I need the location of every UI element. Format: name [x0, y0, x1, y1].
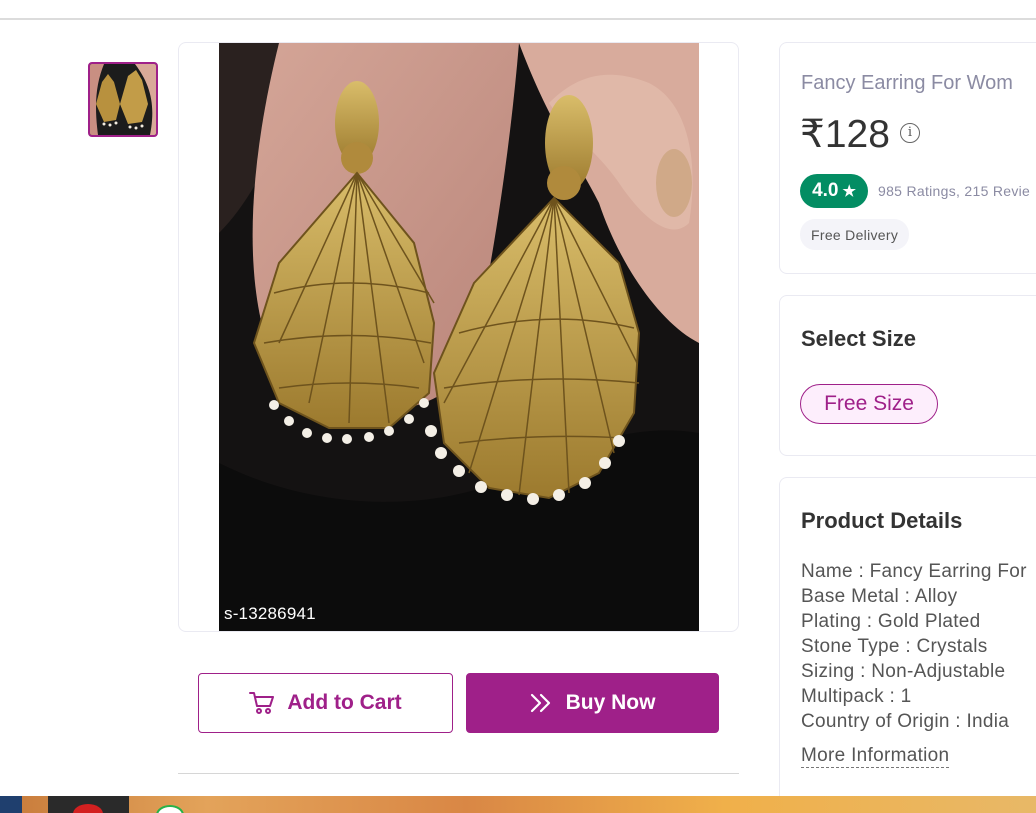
header-divider — [0, 18, 1036, 20]
product-title: Fancy Earring For Wom — [801, 72, 1013, 94]
rating-badge[interactable]: 4.0 ★ — [800, 174, 868, 208]
info-icon[interactable]: i — [900, 123, 920, 143]
cart-icon — [249, 692, 275, 714]
detail-name: Name : Fancy Earring For — [801, 561, 1027, 582]
detail-plating: Plating : Gold Plated — [801, 611, 981, 632]
taskbar-start-icon[interactable] — [0, 796, 22, 813]
select-size-heading: Select Size — [801, 326, 916, 351]
desktop-taskbar — [0, 796, 1036, 813]
product-details-heading: Product Details — [801, 508, 963, 533]
image-sku-label: s-13286941 — [224, 604, 316, 623]
add-to-cart-button[interactable]: Add to Cart — [198, 673, 453, 733]
detail-stone-type: Stone Type : Crystals — [801, 636, 988, 657]
buy-now-label: Buy Now — [565, 691, 656, 714]
star-icon: ★ — [842, 183, 856, 200]
size-panel — [779, 295, 1036, 456]
product-image[interactable] — [219, 43, 699, 631]
add-to-cart-label: Add to Cart — [287, 691, 402, 714]
buy-now-button[interactable]: Buy Now — [466, 673, 719, 733]
rating-value: 4.0 — [812, 180, 839, 201]
detail-base-metal: Base Metal : Alloy — [801, 586, 958, 607]
detail-sizing: Sizing : Non-Adjustable — [801, 661, 1006, 682]
content-divider — [178, 773, 739, 774]
earring-photo — [219, 43, 699, 631]
detail-country-of-origin: Country of Origin : India — [801, 711, 1010, 732]
product-thumbnail[interactable] — [88, 62, 158, 137]
thumbnail-image — [90, 64, 156, 135]
size-option-free-size[interactable]: Free Size — [800, 384, 938, 424]
double-chevron-icon — [530, 693, 550, 713]
product-price: ₹128 — [800, 113, 890, 156]
more-information-link[interactable]: More Information — [801, 745, 950, 768]
detail-multipack: Multipack : 1 — [801, 686, 912, 707]
ratings-count[interactable]: 985 Ratings, 215 Revie — [878, 183, 1030, 199]
free-delivery-badge: Free Delivery — [800, 219, 910, 250]
